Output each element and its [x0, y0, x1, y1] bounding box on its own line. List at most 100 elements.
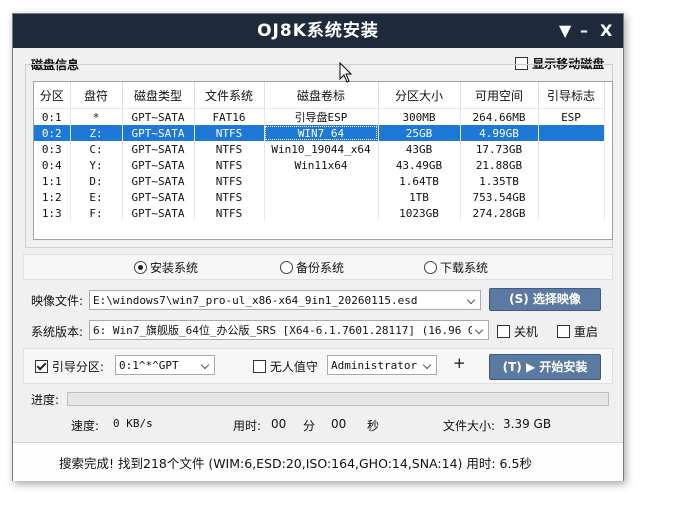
status-text: 搜索完成! 找到218个文件 (WIM:6,ESD:20,ISO:164,GHO… [59, 456, 532, 471]
table-cell: 0:2 [34, 125, 71, 141]
table-row[interactable]: 1:3 F: GPT~SATA NTFS 1023GB 274.28GB [34, 205, 605, 221]
boot-partition-select[interactable]: 0:1^*^GPT [115, 355, 215, 375]
table-cell: 43.49GB [378, 157, 461, 173]
shutdown-checkbox[interactable] [497, 325, 510, 338]
user-select[interactable]: Administrator [327, 355, 437, 375]
column-header[interactable]: 分区 [34, 82, 71, 109]
seconds-value: 00 [331, 417, 347, 431]
file-size-value: 3.39 GB [503, 417, 552, 431]
table-cell [264, 189, 379, 205]
system-version-select[interactable]: 6: Win7_旗舰版_64位_办公版_SRS [X64-6.1.7601.28… [89, 320, 489, 340]
minutes-unit: 分 [303, 419, 316, 433]
column-header[interactable]: 可用空间 [460, 82, 539, 109]
shutdown-option[interactable]: 关机 [497, 323, 538, 340]
close-button[interactable]: X [600, 14, 612, 48]
table-cell: 1:3 [34, 205, 71, 221]
add-user-button[interactable]: + [453, 354, 466, 372]
table-cell: GPT~SATA [122, 125, 195, 141]
mode-option[interactable]: 安装系统 [134, 259, 198, 276]
table-cell [264, 173, 379, 189]
table-cell: GPT~SATA [122, 108, 195, 125]
table-cell: * [70, 108, 123, 125]
boot-partition-checkbox[interactable] [35, 360, 48, 373]
time-label: 用时: [233, 419, 262, 433]
file-size-label: 文件大小: [443, 419, 496, 433]
table-row[interactable]: 1:1 D: GPT~SATA NTFS 1.64TB 1.35TB [34, 173, 605, 189]
table-cell: GPT~SATA [122, 189, 195, 205]
table-cell: 25GB [378, 125, 461, 141]
progress-bar [67, 392, 609, 406]
dropdown-menu-icon[interactable]: ▼ [559, 14, 571, 48]
table-cell: 1:2 [34, 189, 71, 205]
table-cell: 300MB [378, 108, 461, 125]
column-header[interactable]: 磁盘卷标 [264, 82, 379, 109]
chevron-down-icon [464, 291, 480, 309]
boot-partition-toggle[interactable]: 引导分区: [35, 358, 104, 375]
table-cell: Win11x64 [264, 157, 379, 173]
table-cell: 43GB [378, 141, 461, 157]
progress-label: 进度: [31, 393, 60, 407]
table-cell: NTFS [194, 125, 265, 141]
radio-icon[interactable] [280, 261, 293, 274]
column-header[interactable]: 引导标志 [538, 82, 605, 109]
table-row[interactable]: 0:2 Z: GPT~SATA NTFS WIN7_64 25GB 4.99GB [34, 125, 605, 141]
table-cell: ESP [538, 108, 605, 125]
table-cell: GPT~SATA [122, 173, 195, 189]
table-cell: 0:3 [34, 141, 71, 157]
chevron-down-icon [198, 356, 214, 374]
table-cell: NTFS [194, 157, 265, 173]
column-header[interactable]: 磁盘类型 [122, 82, 195, 109]
unattended-checkbox[interactable] [253, 360, 266, 373]
table-cell: F: [70, 205, 123, 221]
table-cell [538, 141, 605, 157]
radio-icon[interactable] [134, 261, 147, 274]
column-header[interactable]: 分区大小 [378, 82, 461, 109]
table-cell: WIN7_64 [264, 125, 379, 141]
start-install-button[interactable]: (T) ▶ 开始安装 [489, 354, 601, 380]
unattended-toggle[interactable]: 无人值守 [253, 358, 318, 375]
disk-list[interactable]: 分区 盘符 磁盘类型 文件系统 磁盘卷标 分区大小 可用空间 引导标志 0:1 * GPT~SAT… [33, 81, 613, 240]
table-row[interactable]: 0:3 C: GPT~SATA NTFS Win10_19044_x64 43GB 17.7… [34, 141, 605, 157]
table-cell: NTFS [194, 173, 265, 189]
window-title: OJ8K系统安装 [257, 21, 379, 41]
mode-label: 安装系统 [150, 261, 199, 275]
table-cell: Win10_19044_x64 [264, 141, 379, 157]
image-file-select[interactable]: E:\windows7\win7_pro-ul_x86-x64_9in1_202… [89, 290, 481, 310]
system-version-label: 系统版本: [31, 325, 84, 339]
column-header[interactable]: 盘符 [70, 82, 123, 109]
table-cell [538, 125, 605, 141]
restart-checkbox[interactable] [557, 325, 570, 338]
column-header[interactable]: 文件系统 [194, 82, 265, 109]
table-cell: NTFS [194, 189, 265, 205]
table-cell: 1:1 [34, 173, 71, 189]
status-bar: 搜索完成! 找到218个文件 (WIM:6,ESD:20,ISO:164,GHO… [13, 442, 623, 481]
minimize-button[interactable]: – [580, 14, 588, 48]
speed-value: 0 KB/s [113, 417, 153, 430]
table-cell: 21.88GB [460, 157, 539, 173]
table-row[interactable]: 0:4 Y: GPT~SATA NTFS Win11x64 43.49GB 21.88GB [34, 157, 605, 173]
table-cell: 17.73GB [460, 141, 539, 157]
shutdown-label: 关机 [513, 325, 538, 339]
installer-window: OJ8K系统安装 ▼ – X 磁盘信息 显示移动磁盘 分区 盘符 磁盘类型 文件系统磁… [12, 13, 624, 481]
title-bar[interactable]: OJ8K系统安装 ▼ – X [13, 14, 623, 48]
select-image-button[interactable]: (S) 选择映像 [489, 288, 601, 311]
table-row[interactable]: 1:2 E: GPT~SATA NTFS 1TB 753.54GB [34, 189, 605, 205]
table-cell: Y: [70, 157, 123, 173]
seconds-unit: 秒 [367, 419, 380, 433]
mode-option[interactable]: 备份系统 [280, 259, 344, 276]
table-cell: 274.28GB [460, 205, 539, 221]
radio-icon[interactable] [424, 261, 437, 274]
boot-partition-value: 0:1^*^GPT [119, 359, 179, 372]
table-cell: 0:1 [34, 108, 71, 125]
mode-label: 下载系统 [440, 261, 489, 275]
table-cell: 1.64TB [378, 173, 461, 189]
speed-label: 速度: [71, 419, 100, 433]
table-cell: E: [70, 189, 123, 205]
mode-panel: 安装系统 备份系统 下载系统 [23, 254, 613, 280]
table-cell: D: [70, 173, 123, 189]
restart-option[interactable]: 重启 [557, 323, 598, 340]
table-row[interactable]: 0:1 * GPT~SATA FAT16 引导盘ESP 300MB 264.66MB ESP [34, 108, 605, 125]
table-cell: 1TB [378, 189, 461, 205]
disk-table: 分区 盘符 磁盘类型 文件系统 磁盘卷标 分区大小 可用空间 引导标志 0:1 * GPT~SAT… [34, 82, 605, 221]
mode-option[interactable]: 下载系统 [424, 259, 488, 276]
